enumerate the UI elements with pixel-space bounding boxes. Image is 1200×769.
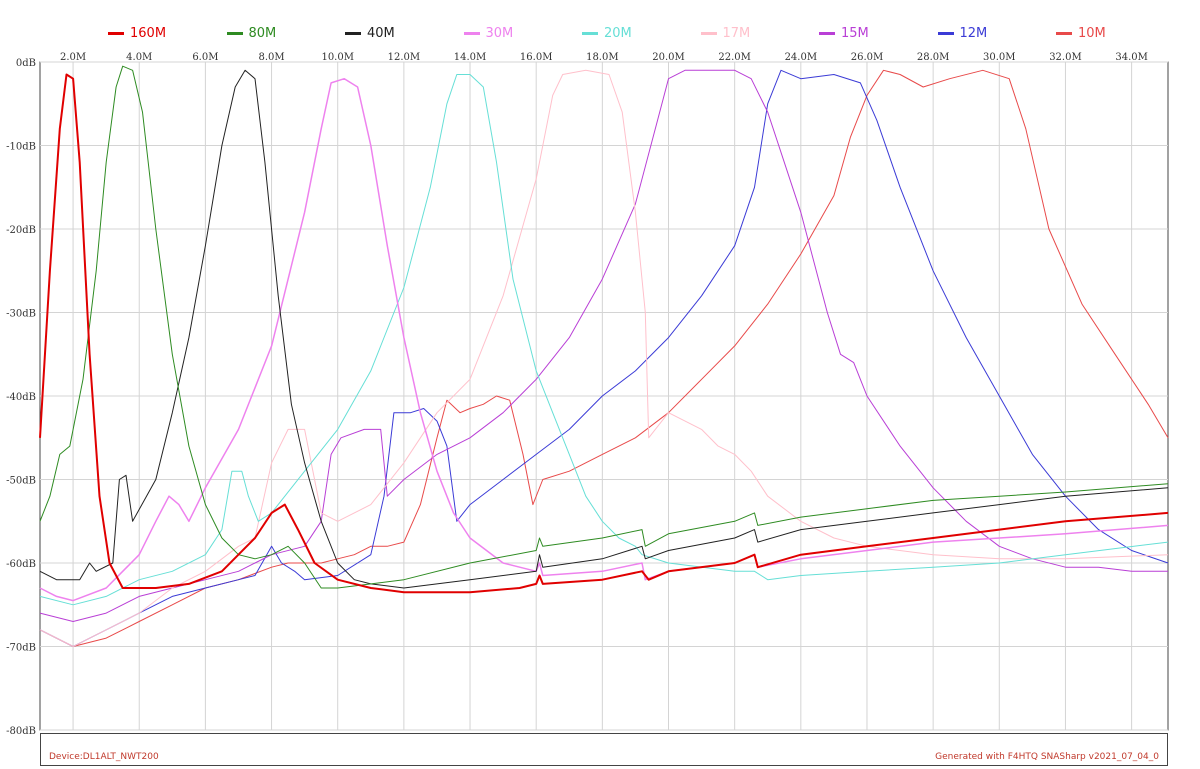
legend-swatch: [582, 31, 598, 35]
x-tick-label: 28.0M: [917, 52, 950, 63]
y-axis-ticks: 0dB -10dB -20dB -30dB -40dB -50dB -60dB -70dB -8…: [6, 58, 36, 737]
generator-label: Generated with F4HTQ SNASharp v2021_07_0…: [935, 752, 1159, 762]
x-tick-label: 14.0M: [454, 52, 487, 63]
y-tick-label: -10dB: [6, 142, 36, 153]
legend-label: 10M: [1078, 25, 1106, 41]
footer-box: Device:DL1ALT_NWT200 Generated with F4HT…: [40, 733, 1168, 766]
y-tick-label: 0dB: [16, 58, 36, 69]
legend-label: 30M: [485, 25, 514, 41]
x-tick-label: 24.0M: [785, 52, 818, 63]
y-tick-label: -20dB: [6, 225, 36, 236]
legend-swatch: [345, 31, 361, 35]
x-tick-label: 10.0M: [321, 52, 354, 63]
legend-label: 80M: [248, 25, 277, 41]
x-tick-label: 22.0M: [718, 52, 751, 63]
legend-item-10M: 10M: [1056, 22, 1106, 44]
x-tick-label: 20.0M: [652, 52, 685, 63]
legend-swatch: [108, 31, 124, 35]
legend-label: 15M: [841, 25, 869, 41]
legend-item-30M: 30M: [463, 22, 514, 44]
y-tick-label: -30dB: [6, 309, 36, 320]
x-tick-label: 34.0M: [1115, 52, 1148, 63]
legend: 160M 80M 40M 30M 20M 17M 15M 12M 10M: [0, 22, 1200, 44]
x-tick-label: 30.0M: [983, 52, 1016, 63]
y-tick-label: -40dB: [6, 392, 36, 403]
device-label: Device:DL1ALT_NWT200: [49, 752, 159, 762]
y-tick-label: -50dB: [6, 476, 36, 487]
x-tick-label: 6.0M: [192, 52, 218, 63]
x-tick-label: 18.0M: [586, 52, 619, 63]
legend-swatch: [700, 31, 717, 35]
y-tick-label: -70dB: [6, 643, 36, 654]
x-tick-label: 4.0M: [126, 52, 152, 63]
chart-canvas: 2.0M 4.0M 6.0M 8.0M 10.0M 12.0M 14.0M 16.0M 18.0…: [6, 52, 1169, 737]
legend-item-40M: 40M: [345, 22, 395, 44]
legend-swatch: [819, 31, 835, 35]
legend-item-12M: 12M: [937, 22, 988, 44]
x-tick-label: 2.0M: [60, 52, 86, 63]
legend-label: 160M: [130, 25, 167, 41]
legend-item-80M: 80M: [226, 22, 277, 44]
legend-label: 17M: [722, 25, 751, 41]
legend-label: 12M: [959, 25, 988, 41]
legend-swatch: [937, 31, 954, 35]
legend-label: 20M: [604, 25, 632, 41]
x-tick-label: 16.0M: [520, 52, 553, 63]
legend-item-160M: 160M: [108, 22, 166, 44]
legend-label: 40M: [367, 25, 395, 41]
legend-swatch: [463, 31, 480, 35]
x-tick-label: 32.0M: [1049, 52, 1082, 63]
legend-swatch: [226, 31, 243, 35]
legend-item-15M: 15M: [819, 22, 869, 44]
x-tick-label: 8.0M: [258, 52, 284, 63]
x-tick-label: 26.0M: [851, 52, 884, 63]
y-tick-label: -60dB: [6, 559, 36, 570]
legend-item-17M: 17M: [700, 22, 751, 44]
y-tick-label: -80dB: [6, 726, 36, 737]
x-tick-label: 12.0M: [388, 52, 421, 63]
legend-item-20M: 20M: [582, 22, 632, 44]
x-axis-ticks: 2.0M 4.0M 6.0M 8.0M 10.0M 12.0M 14.0M 16.0M 18.0…: [60, 52, 1148, 63]
legend-swatch: [1056, 31, 1072, 35]
